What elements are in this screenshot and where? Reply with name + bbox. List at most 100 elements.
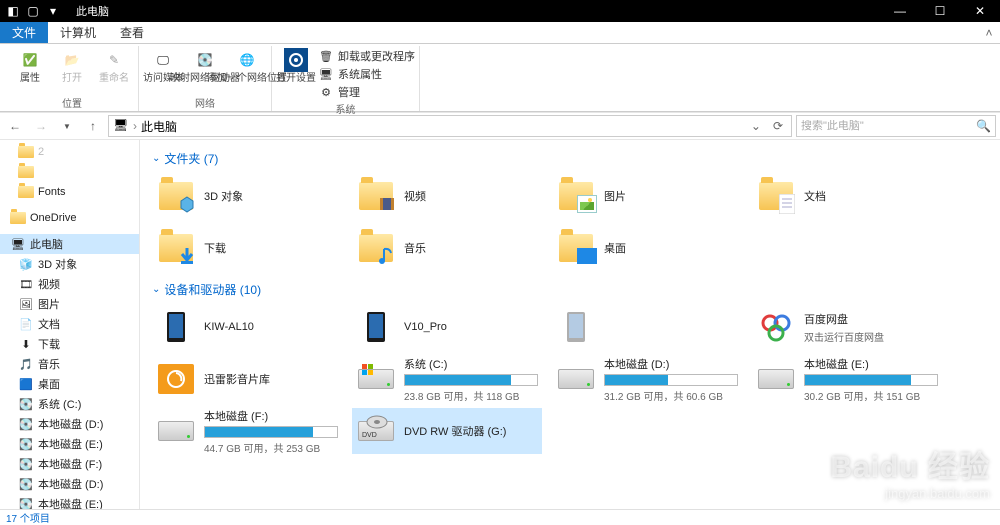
sidebar-item-label: 音乐 — [38, 356, 60, 372]
map-drive-button[interactable]: 💽映射网络驱动器 — [185, 46, 225, 94]
drive-icon: 💽 — [18, 496, 34, 509]
sidebar-item[interactable]: 🎵音乐 — [0, 354, 139, 374]
sidebar-item[interactable]: 💽本地磁盘 (E:) — [0, 434, 139, 454]
pic-icon: 🖼 — [18, 296, 34, 312]
device-item[interactable]: 本地磁盘 (D:)31.2 GB 可用，共 60.6 GB — [552, 356, 742, 402]
item-name: 图片 — [604, 188, 738, 204]
sidebar-item[interactable]: 💽本地磁盘 (F:) — [0, 454, 139, 474]
sidebar-item[interactable]: 💽本地磁盘 (E:) — [0, 494, 139, 509]
access-media-button[interactable]: 🖵访问媒体 — [143, 46, 183, 94]
section-folders-header[interactable]: ⌄文件夹 (7) — [152, 146, 988, 173]
forward-button[interactable]: → — [30, 115, 52, 137]
folders-grid: 3D 对象 视频 图片文档下载音乐桌面 — [152, 173, 988, 271]
manage-icon: ⚙ — [318, 84, 334, 100]
folder-icon — [156, 228, 196, 268]
maximize-button[interactable]: ☐ — [920, 0, 960, 22]
section-devices-header[interactable]: ⌄设备和驱动器 (10) — [152, 277, 988, 304]
open-button: 📂打开 — [52, 46, 92, 94]
app-icon: ▢ — [26, 4, 40, 18]
tab-computer[interactable]: 计算机 — [48, 22, 108, 43]
close-button[interactable]: ✕ — [960, 0, 1000, 22]
item-name: DVD RW 驱动器 (G:) — [404, 423, 538, 439]
sidebar-item[interactable]: 🟦桌面 — [0, 374, 139, 394]
sidebar-item[interactable] — [0, 162, 139, 182]
sidebar-item[interactable]: ⬇下载 — [0, 334, 139, 354]
video-icon: 🎞 — [18, 276, 34, 292]
folder-item[interactable]: 3D 对象 — [152, 173, 342, 219]
sidebar-item[interactable]: 💽本地磁盘 (D:) — [0, 474, 139, 494]
breadcrumb-current[interactable]: 此电脑 — [141, 118, 177, 135]
sidebar-item[interactable]: 🖥此电脑 — [0, 234, 139, 254]
sidebar-item[interactable]: 🎞视频 — [0, 274, 139, 294]
device-item[interactable] — [552, 304, 742, 350]
device-item[interactable]: 迅雷影音片库 — [152, 356, 342, 402]
item-sub: 双击运行百度网盘 — [804, 329, 938, 344]
device-item[interactable]: KIW-AL10 — [152, 304, 342, 350]
devices-grid: KIW-AL10V10_Pro 百度网盘双击运行百度网盘迅雷影音片库系统 (C:… — [152, 304, 988, 454]
ribbon-group-network: 🖵访问媒体 💽映射网络驱动器 🌐添加一个网络位置 网络 — [139, 46, 272, 111]
drive-icon: 💽 — [18, 456, 34, 472]
folder-icon — [356, 228, 396, 268]
item-name: 视频 — [404, 188, 538, 204]
folder-item[interactable]: 下载 — [152, 225, 342, 271]
device-item[interactable]: DVDDVD RW 驱动器 (G:) — [352, 408, 542, 454]
capacity-bar — [204, 426, 338, 438]
search-input[interactable] — [801, 120, 976, 132]
tab-view[interactable]: 查看 — [108, 22, 156, 43]
folder-icon — [10, 210, 26, 226]
item-sub: 23.8 GB 可用，共 118 GB — [404, 388, 538, 403]
search-box[interactable]: 🔍 — [796, 115, 996, 137]
device-item[interactable]: 本地磁盘 (E:)30.2 GB 可用，共 151 GB — [752, 356, 942, 402]
sidebar-item[interactable]: 2 — [0, 142, 139, 162]
folder-item[interactable]: 音乐 — [352, 225, 542, 271]
back-button[interactable]: ← — [4, 115, 26, 137]
sidebar-item[interactable]: 💽系统 (C:) — [0, 394, 139, 414]
3d-icon: 🧊 — [18, 256, 34, 272]
refresh-button[interactable]: ⟳ — [769, 119, 787, 133]
open-settings-button[interactable]: 打开设置 — [276, 46, 316, 100]
device-item[interactable]: 本地磁盘 (F:)44.7 GB 可用，共 253 GB — [152, 408, 342, 454]
address-bar: ← → ▼ ↑ 🖥 › 此电脑 ⌄ ⟳ 🔍 — [0, 112, 1000, 140]
sidebar-item[interactable]: 🖼图片 — [0, 294, 139, 314]
folder-item[interactable]: 图片 — [552, 173, 742, 219]
folder-item[interactable]: 桌面 — [552, 225, 742, 271]
drive-icon: 💽 — [18, 416, 34, 432]
sidebar-item[interactable]: Fonts — [0, 182, 139, 202]
breadcrumb-dropdown[interactable]: ⌄ — [747, 119, 765, 133]
content-area: ⌄文件夹 (7) 3D 对象视频图片文档下载音乐桌面 ⌄设备和驱动器 (10) … — [140, 140, 1000, 509]
folder-item[interactable]: 视频 — [352, 173, 542, 219]
uninstall-button[interactable]: 🗑卸载或更改程序 — [318, 48, 415, 64]
properties-icon: ✅ — [18, 48, 42, 72]
manage-button[interactable]: ⚙管理 — [318, 84, 415, 100]
sidebar-item-label: 本地磁盘 (F:) — [38, 456, 102, 472]
recent-button[interactable]: ▼ — [56, 115, 78, 137]
properties-button[interactable]: ✅属性 — [10, 46, 50, 94]
ribbon-collapse-button[interactable]: ˄ — [978, 22, 1000, 43]
item-name: 本地磁盘 (E:) — [804, 356, 938, 372]
music-icon: 🎵 — [18, 356, 34, 372]
device-item[interactable]: V10_Pro — [352, 304, 542, 350]
device-item[interactable]: 百度网盘双击运行百度网盘 — [752, 304, 942, 350]
folder-item[interactable]: 文档 — [752, 173, 942, 219]
add-location-button[interactable]: 🌐添加一个网络位置 — [227, 46, 267, 94]
minimize-button[interactable]: — — [880, 0, 920, 22]
sidebar-item[interactable]: OneDrive — [0, 208, 139, 228]
drive-icon: 💽 — [18, 436, 34, 452]
search-icon[interactable]: 🔍 — [976, 119, 991, 133]
device-item[interactable]: 系统 (C:)23.8 GB 可用，共 118 GB — [352, 356, 542, 402]
sidebar-item[interactable]: 📄文档 — [0, 314, 139, 334]
device-icon — [556, 359, 596, 399]
breadcrumb[interactable]: 🖥 › 此电脑 ⌄ ⟳ — [108, 115, 792, 137]
folder-icon — [556, 176, 596, 216]
sidebar-item[interactable]: 💽本地磁盘 (D:) — [0, 414, 139, 434]
media-icon: 🖵 — [151, 48, 175, 72]
system-menu-icon[interactable]: ◧ — [6, 4, 20, 18]
doc-icon: 📄 — [18, 316, 34, 332]
device-icon — [156, 307, 196, 347]
up-button[interactable]: ↑ — [82, 115, 104, 137]
quick-access-icon[interactable]: ▾ — [46, 4, 60, 18]
system-props-button[interactable]: 🖥系统属性 — [318, 66, 415, 82]
folder-icon — [756, 176, 796, 216]
sidebar-item[interactable]: 🧊3D 对象 — [0, 254, 139, 274]
tab-file[interactable]: 文件 — [0, 22, 48, 43]
